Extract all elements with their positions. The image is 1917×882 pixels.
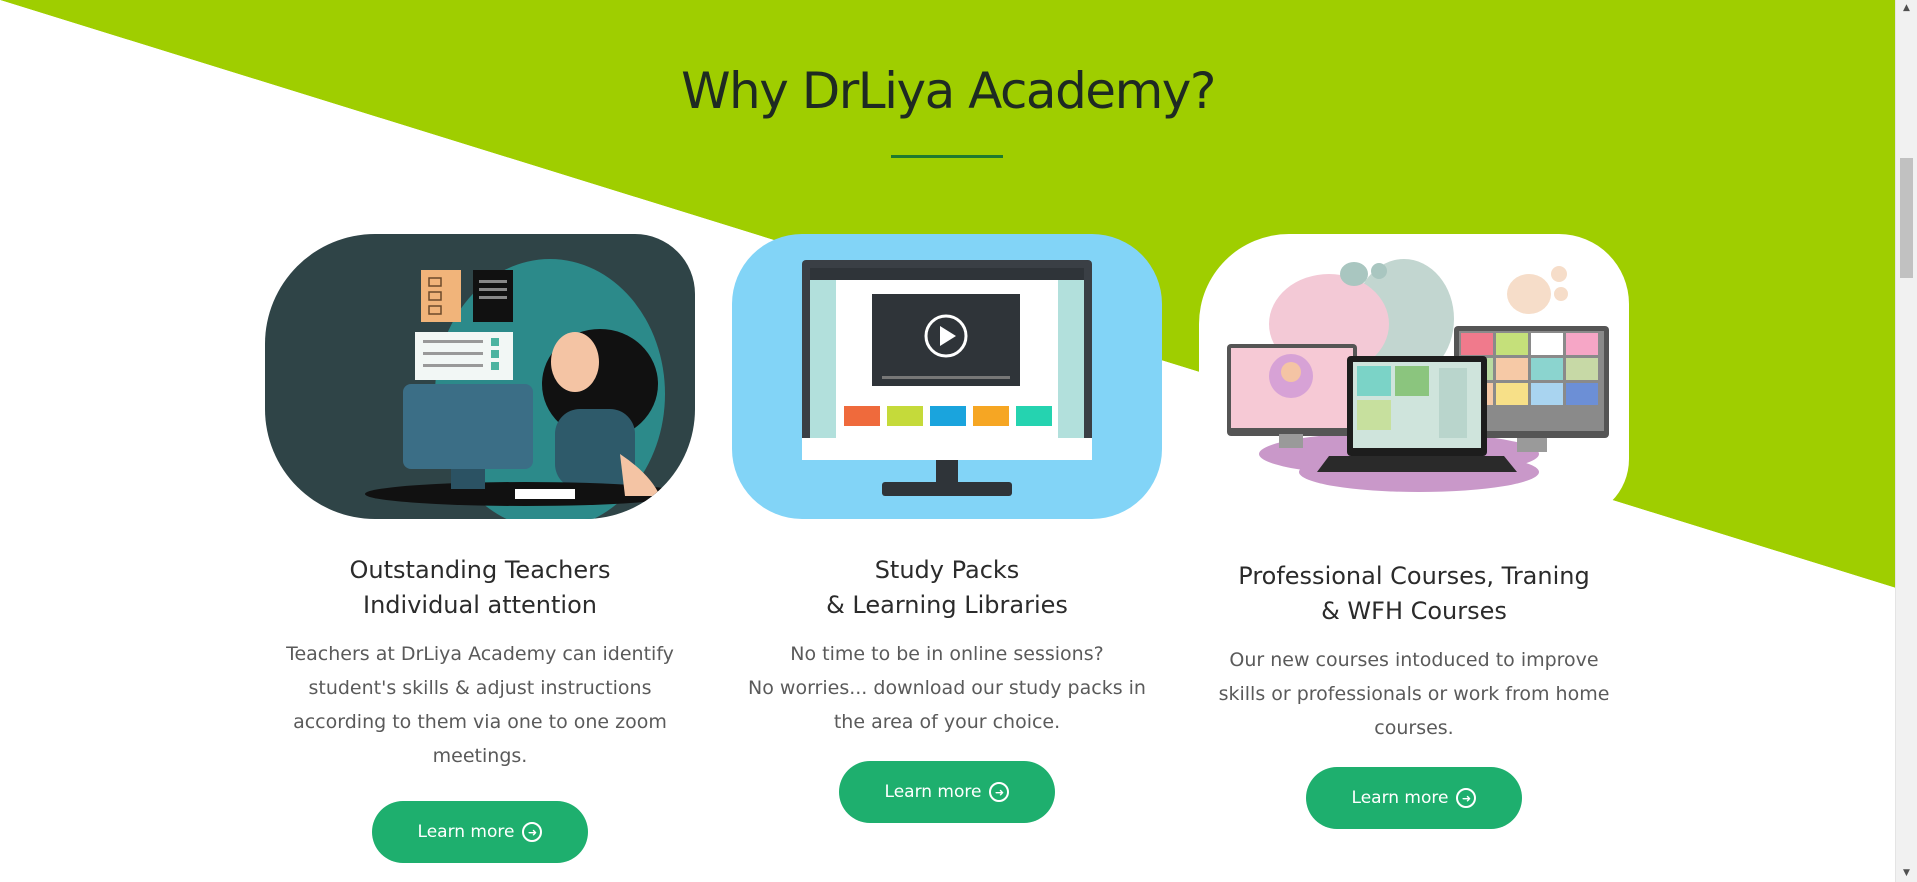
card-title: Outstanding Teachers Individual attentio… <box>264 553 696 623</box>
feature-card-teachers: Outstanding Teachers Individual attentio… <box>264 234 696 863</box>
button-label: Learn more <box>884 782 982 802</box>
card-description-line: skills or professionals or work from hom… <box>1218 683 1610 705</box>
teacher-at-computer-illustration <box>265 234 695 519</box>
card-title: Professional Courses, Traning & WFH Cour… <box>1198 559 1630 629</box>
learn-more-button[interactable]: Learn more ➜ <box>839 761 1055 823</box>
card-description: Teachers at DrLiya Academy can identify … <box>280 637 680 773</box>
card-title-line: Outstanding Teachers <box>349 556 611 584</box>
card-description-line: courses. <box>1374 717 1454 739</box>
card-title-line: Professional Courses, Traning <box>1238 562 1590 590</box>
button-label: Learn more <box>417 822 515 842</box>
section-title: Why DrLiya Academy? <box>681 62 1216 120</box>
video-conference-devices-illustration <box>1199 234 1629 519</box>
feature-card-professional-courses: Professional Courses, Traning & WFH Cour… <box>1198 234 1630 829</box>
scrollbar-thumb[interactable] <box>1900 158 1913 278</box>
learn-more-button[interactable]: Learn more ➜ <box>1306 767 1522 829</box>
feature-card-study-packs: Study Packs & Learning Libraries No time… <box>731 234 1163 823</box>
card-description-line: according to them via one to one zoom <box>293 711 667 733</box>
card-description-line: No time to be in online sessions? <box>790 643 1104 665</box>
vertical-scrollbar[interactable]: ▲ ▼ <box>1895 0 1917 882</box>
card-title-line: & Learning Libraries <box>826 591 1068 619</box>
card-title-line: Individual attention <box>363 591 597 619</box>
arrow-circle-right-icon: ➜ <box>989 782 1010 802</box>
scroll-up-arrow-icon[interactable]: ▲ <box>1896 0 1917 17</box>
card-description-line: No worries... download our study packs i… <box>748 677 1146 699</box>
video-library-monitor-illustration <box>732 234 1162 519</box>
card-title-line: Study Packs <box>874 556 1020 584</box>
card-title-line: & WFH Courses <box>1321 597 1507 625</box>
arrow-circle-right-icon: ➜ <box>522 822 543 842</box>
button-label: Learn more <box>1351 788 1449 808</box>
title-underline <box>891 155 1003 158</box>
card-description-line: student's skills & adjust instructions <box>308 677 652 699</box>
arrow-circle-right-icon: ➜ <box>1456 788 1477 808</box>
card-description-line: Teachers at DrLiya Academy can identify <box>286 643 674 665</box>
card-description: Our new courses intoduced to improve ski… <box>1214 643 1614 745</box>
card-description-line: meetings. <box>432 745 528 767</box>
learn-more-button[interactable]: Learn more ➜ <box>372 801 588 863</box>
card-title: Study Packs & Learning Libraries <box>731 553 1163 623</box>
card-description-line: Our new courses intoduced to improve <box>1229 649 1599 671</box>
card-description: No time to be in online sessions? No wor… <box>747 637 1147 739</box>
scroll-down-arrow-icon[interactable]: ▼ <box>1896 865 1917 882</box>
card-description-line: the area of your choice. <box>833 711 1061 733</box>
